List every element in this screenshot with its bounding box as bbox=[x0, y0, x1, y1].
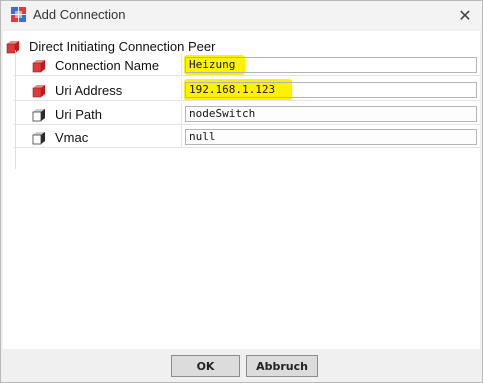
group-header[interactable]: Direct Initiating Connection Peer bbox=[6, 38, 215, 54]
ok-button[interactable]: OK bbox=[171, 355, 240, 377]
column-divider bbox=[181, 79, 182, 101]
close-button[interactable]: ✕ bbox=[448, 1, 482, 29]
property-sheet: Direct Initiating Connection Peer Connec… bbox=[3, 31, 480, 349]
row-separator bbox=[13, 75, 480, 76]
cancel-button[interactable]: Abbruch bbox=[246, 355, 318, 377]
column-divider bbox=[181, 103, 182, 125]
property-row-uri-path: Uri Path nodeSwitch bbox=[13, 103, 480, 125]
column-divider bbox=[181, 54, 182, 76]
close-icon: ✕ bbox=[458, 5, 472, 25]
window-title: Add Connection bbox=[33, 7, 126, 22]
property-label-connection-name: Connection Name bbox=[55, 58, 160, 73]
title-bar[interactable]: Add Connection ✕ bbox=[1, 1, 482, 29]
red-cube-icon bbox=[6, 39, 20, 54]
property-row-vmac: Vmac null bbox=[13, 126, 480, 148]
property-label-uri-address: Uri Address bbox=[55, 83, 123, 98]
column-divider bbox=[181, 126, 182, 148]
dialog-footer: OK Abbruch bbox=[1, 349, 482, 382]
uri-path-field[interactable]: nodeSwitch bbox=[185, 106, 477, 122]
row-separator bbox=[13, 147, 480, 148]
row-separator bbox=[13, 124, 480, 125]
uri-address-field[interactable]: 192.168.1.123 bbox=[185, 82, 477, 98]
group-label: Direct Initiating Connection Peer bbox=[29, 38, 216, 54]
connection-name-field[interactable]: Heizung bbox=[185, 57, 477, 73]
property-row-uri-address: Uri Address 192.168.1.123 bbox=[13, 79, 480, 101]
property-row-connection-name: Connection Name Heizung bbox=[13, 54, 480, 76]
property-label-uri-path: Uri Path bbox=[55, 107, 102, 122]
row-separator bbox=[13, 100, 480, 101]
add-connection-dialog: Add Connection ✕ Direct Initiating Conne… bbox=[0, 0, 483, 383]
vmac-field[interactable]: null bbox=[185, 129, 477, 145]
app-grid-icon bbox=[11, 7, 26, 22]
property-label-vmac: Vmac bbox=[55, 130, 89, 145]
